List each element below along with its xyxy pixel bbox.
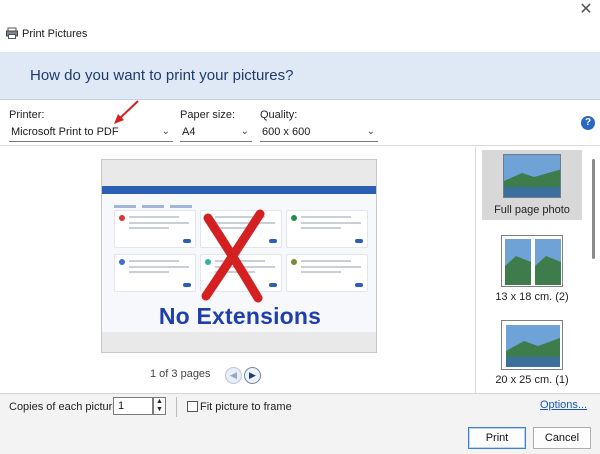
preview-card — [114, 254, 196, 292]
printer-select-value: Microsoft Print to PDF — [11, 126, 119, 138]
page-counter: 1 of 3 pages — [150, 368, 211, 380]
fit-to-frame-label: Fit picture to frame — [200, 401, 292, 413]
title-bar: Print Pictures ✕ — [0, 0, 600, 52]
options-link[interactable]: Options... — [540, 399, 587, 411]
layout-item-13x18[interactable]: 13 x 18 cm. (2) — [482, 235, 582, 305]
single-photo-thumbnail-icon — [501, 320, 563, 370]
preview-image-tabs — [114, 197, 314, 208]
preview-overlay-text: No Extensions — [158, 303, 322, 329]
copies-stepper[interactable]: ▲ ▼ — [153, 397, 166, 415]
preview-pane: No Extensions 1 of 3 pages ◀ ▶ — [0, 147, 474, 393]
printer-label: Printer: — [9, 109, 45, 121]
paper-size-value: A4 — [182, 126, 196, 138]
printer-icon — [6, 27, 18, 39]
chevron-down-icon: ⌄ — [240, 126, 249, 137]
stepper-up-icon[interactable]: ▲ — [154, 398, 165, 406]
quality-label: Quality: — [260, 109, 298, 121]
chevron-down-icon: ⌄ — [161, 126, 170, 137]
quality-value: 600 x 600 — [262, 126, 311, 138]
layout-label: Full page photo — [494, 204, 570, 216]
print-button[interactable]: Print — [468, 427, 526, 449]
print-options-row: Printer: Microsoft Print to PDF ⌄ Paper … — [0, 100, 600, 146]
layout-label: 13 x 18 cm. (2) — [495, 291, 569, 303]
footer-bar: Copies of each picture: 1 ▲ ▼ Fit pictur… — [0, 393, 600, 454]
layout-scrollbar[interactable] — [592, 159, 595, 259]
layout-list[interactable]: Full page photo 13 x 18 cm. (2) 20 x 25 … — [475, 147, 600, 393]
copies-input[interactable]: 1 — [113, 397, 153, 415]
preview-card — [114, 210, 196, 248]
window-title: Print Pictures — [22, 28, 88, 40]
preview-card — [286, 210, 368, 248]
next-page-button[interactable]: ▶ — [244, 367, 261, 384]
preview-page: No Extensions — [101, 159, 377, 353]
two-photo-thumbnail-icon — [501, 235, 563, 287]
paper-size-label: Paper size: — [180, 109, 236, 121]
footer-divider — [176, 397, 177, 417]
header-banner: How do you want to print your pictures? — [0, 52, 600, 100]
banner-question: How do you want to print your pictures? — [30, 67, 294, 84]
previous-page-button[interactable]: ◀ — [225, 367, 242, 384]
stepper-down-icon[interactable]: ▼ — [154, 406, 165, 414]
annotation-arrow-icon — [114, 100, 139, 124]
chevron-down-icon: ⌄ — [366, 126, 375, 137]
cancel-button[interactable]: Cancel — [533, 427, 591, 449]
fit-to-frame-checkbox[interactable] — [187, 401, 198, 412]
close-button[interactable]: ✕ — [576, 2, 596, 18]
paper-size-select[interactable]: A4 ⌄ — [180, 123, 252, 142]
printer-select[interactable]: Microsoft Print to PDF ⌄ — [9, 123, 173, 142]
help-icon[interactable]: ? — [581, 116, 595, 130]
preview-card — [286, 254, 368, 292]
layout-item-20x25[interactable]: 20 x 25 cm. (1) — [482, 320, 582, 390]
preview-image-topbar — [102, 186, 376, 194]
layout-label: 20 x 25 cm. (1) — [495, 374, 569, 386]
landscape-thumbnail-icon — [503, 154, 561, 198]
red-x-mark-icon — [201, 209, 265, 303]
copies-label: Copies of each picture: — [9, 401, 122, 413]
quality-select[interactable]: 600 x 600 ⌄ — [260, 123, 378, 142]
layout-item-full-page[interactable]: Full page photo — [482, 150, 582, 220]
